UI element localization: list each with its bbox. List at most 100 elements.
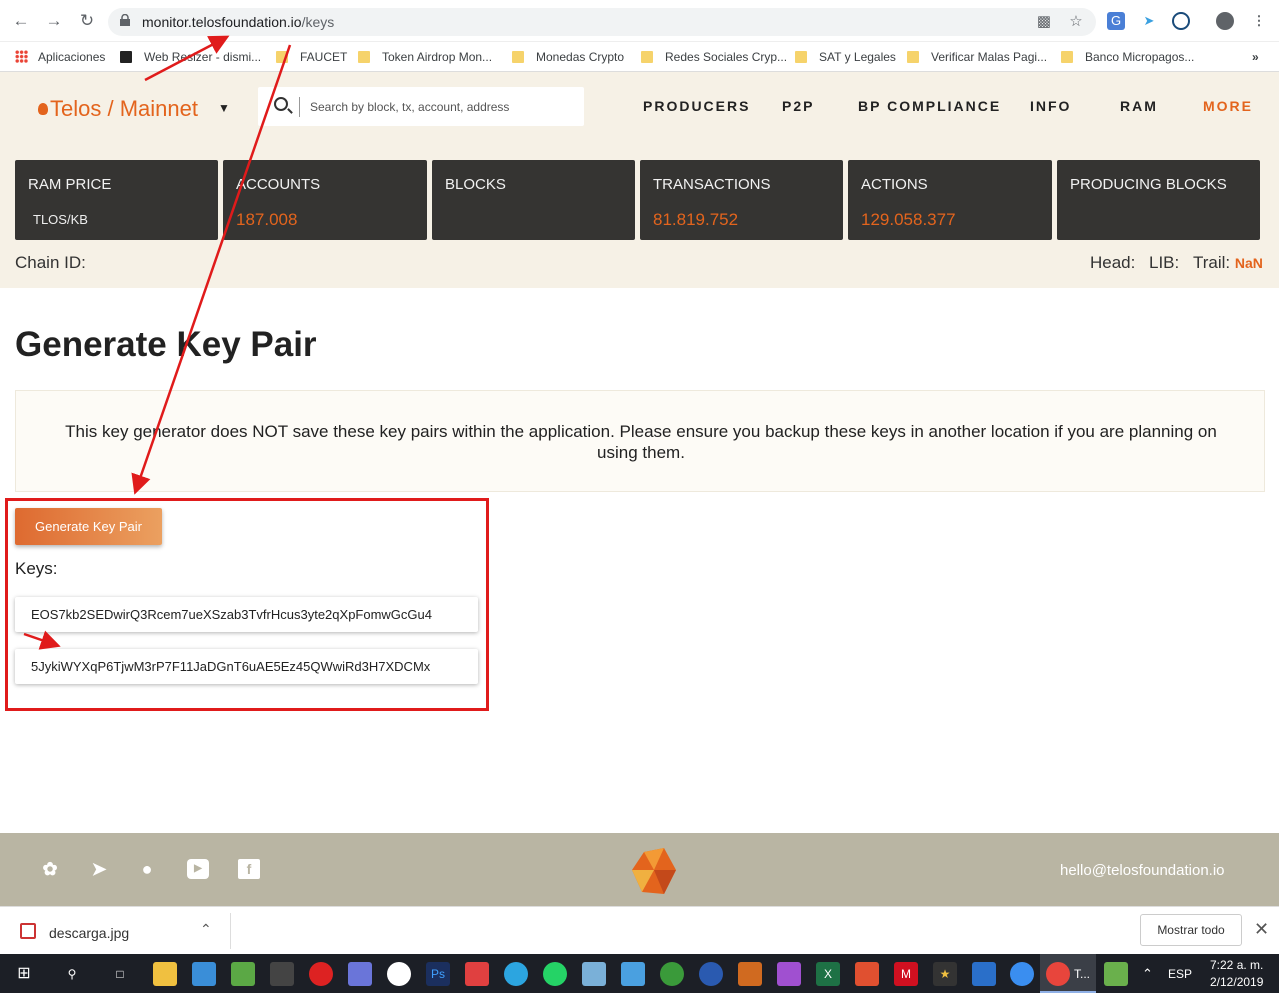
app-icon[interactable] (387, 962, 411, 986)
bookmark-redes-sociales[interactable]: Redes Sociales Cryp... (641, 48, 787, 66)
divider (230, 913, 231, 949)
close-icon[interactable]: ✕ (1254, 919, 1269, 940)
record-icon[interactable] (309, 962, 333, 986)
nav-ram[interactable]: RAM (1120, 98, 1158, 114)
app-icon[interactable] (621, 962, 645, 986)
language-indicator[interactable]: ESP (1168, 967, 1192, 981)
folder-icon (641, 51, 653, 63)
search-input[interactable] (310, 97, 570, 117)
bookmark-monedas-crypto[interactable]: Monedas Crypto (512, 48, 624, 66)
clock-time[interactable]: 7:22 a. m. (1210, 958, 1263, 972)
bookmark-token-airdrop[interactable]: Token Airdrop Mon... (358, 48, 492, 66)
search-divider (299, 97, 300, 117)
stat-ram-price: RAM PRICE TLOS/KB (15, 160, 218, 240)
profile-avatar-icon[interactable] (1216, 12, 1234, 30)
github-icon[interactable]: ● (136, 859, 158, 879)
search-icon[interactable]: ⚲ (60, 962, 84, 986)
bookmarks-bar: Aplicaciones Web Resizer - dismi... FAUC… (0, 42, 1279, 72)
annotation-highlight-box (5, 498, 489, 711)
bookmark-verificar[interactable]: Verificar Malas Pagi... (907, 48, 1047, 66)
star-icon[interactable]: ☆ (1067, 13, 1085, 31)
stat-label: PRODUCING BLOCKS (1070, 176, 1227, 193)
nav-bp-compliance[interactable]: BP COMPLIANCE (858, 98, 1001, 114)
folder-icon (358, 51, 370, 63)
app-icon[interactable] (192, 962, 216, 986)
bookmark-apps[interactable]: Aplicaciones (15, 48, 105, 66)
notice-text: This key generator does NOT save these k… (65, 422, 1217, 462)
lock-icon (120, 14, 130, 26)
forward-icon[interactable]: → (44, 11, 64, 31)
download-bar: descarga.jpg ⌃ Mostrar todo ✕ (0, 906, 1279, 954)
network-dropdown-icon[interactable]: ▼ (218, 101, 230, 115)
clock-date[interactable]: 2/12/2019 (1210, 975, 1263, 989)
mega-icon[interactable]: M (894, 962, 918, 986)
stat-value: 81.819.752 (653, 210, 739, 229)
show-all-downloads-button[interactable]: Mostrar todo (1140, 914, 1242, 946)
url-text: monitor.telosfoundation.io/keys (142, 14, 335, 30)
app-icon[interactable] (855, 962, 879, 986)
image-file-icon (20, 923, 36, 939)
stat-label: TRANSACTIONS (653, 176, 771, 193)
star-app-icon[interactable]: ★ (933, 962, 957, 986)
discord-icon[interactable] (348, 962, 372, 986)
feather-icon[interactable] (777, 962, 801, 986)
photoshop-icon[interactable]: Ps (426, 962, 450, 986)
back-icon[interactable]: ← (11, 11, 31, 31)
bookmark-sat-legales[interactable]: SAT y Legales (795, 48, 896, 66)
download-filename[interactable]: descarga.jpg (49, 925, 129, 941)
reload-icon[interactable]: ↻ (77, 11, 97, 31)
excel-icon[interactable]: X (816, 962, 840, 986)
lib-label: LIB: (1149, 253, 1180, 272)
kebab-menu-icon[interactable]: ⋮ (1250, 12, 1268, 30)
chevron-up-icon[interactable]: ⌃ (200, 921, 212, 938)
whatsapp-icon[interactable] (543, 962, 567, 986)
telegram-icon[interactable]: ➤ (88, 859, 110, 879)
bookmark-faucet[interactable]: FAUCET (276, 48, 347, 66)
address-bar[interactable]: monitor.telosfoundation.io/keys ▩ ☆ (108, 8, 1096, 36)
app-icon[interactable] (582, 962, 606, 986)
bookmark-web-resizer[interactable]: Web Resizer - dismi... (120, 48, 261, 66)
extension-icon[interactable]: ➤ (1140, 12, 1158, 30)
folder-icon (795, 51, 807, 63)
translate-icon[interactable]: ▩ (1035, 13, 1053, 31)
browser-toolbar: ← → ↻ monitor.telosfoundation.io/keys ▩ … (0, 0, 1279, 42)
contact-email-link[interactable]: hello@telosfoundation.io (1060, 862, 1225, 879)
folder-icon (1061, 51, 1073, 63)
nav-producers[interactable]: PRODUCERS (643, 98, 750, 114)
google-translate-extension-icon[interactable]: G (1107, 12, 1125, 30)
windows-taskbar: ⊞ ⚲ □ Ps X M ★ T... ⌃ ESP 7:22 a. m. 2/1… (0, 954, 1279, 993)
app-icon[interactable] (231, 962, 255, 986)
nav-more[interactable]: MORE (1203, 98, 1253, 114)
app-icon[interactable] (699, 962, 723, 986)
globe-icon[interactable] (660, 962, 684, 986)
task-view-icon[interactable]: □ (108, 962, 132, 986)
trail-value: NaN (1234, 255, 1263, 271)
lightning-icon[interactable] (1010, 962, 1034, 986)
telegram-icon[interactable] (504, 962, 528, 986)
bookmarks-overflow-icon[interactable]: » (1252, 48, 1259, 66)
app-icon[interactable] (270, 962, 294, 986)
site-favicon-icon (120, 51, 132, 63)
stat-accounts: ACCOUNTS 187.008 (223, 160, 427, 240)
chrome-icon[interactable] (1046, 962, 1070, 986)
app-icon[interactable] (972, 962, 996, 986)
youtube-icon[interactable]: ▶ (187, 859, 209, 879)
stat-unit: TLOS/KB (33, 212, 88, 227)
app-icon[interactable] (1104, 962, 1128, 986)
chevron-up-icon[interactable]: ⌃ (1142, 966, 1153, 982)
folder-icon (512, 51, 524, 63)
twitter-icon[interactable]: ✿ (39, 859, 61, 879)
chain-id-label: Chain ID: (15, 253, 86, 272)
facebook-icon[interactable]: f (238, 859, 260, 879)
bookmark-banco-micropagos[interactable]: Banco Micropagos... (1061, 48, 1194, 66)
app-icon[interactable] (465, 962, 489, 986)
windows-start-icon[interactable]: ⊞ (12, 962, 36, 986)
extension-circle-icon[interactable] (1172, 12, 1190, 30)
file-explorer-icon[interactable] (153, 962, 177, 986)
stat-blocks: BLOCKS (432, 160, 635, 240)
nav-p2p[interactable]: P2P (782, 98, 814, 114)
app-icon[interactable] (738, 962, 762, 986)
stat-transactions: TRANSACTIONS 81.819.752 (640, 160, 843, 240)
nav-info[interactable]: INFO (1030, 98, 1071, 114)
telos-logo[interactable]: Telos / Mainnet (38, 96, 198, 122)
